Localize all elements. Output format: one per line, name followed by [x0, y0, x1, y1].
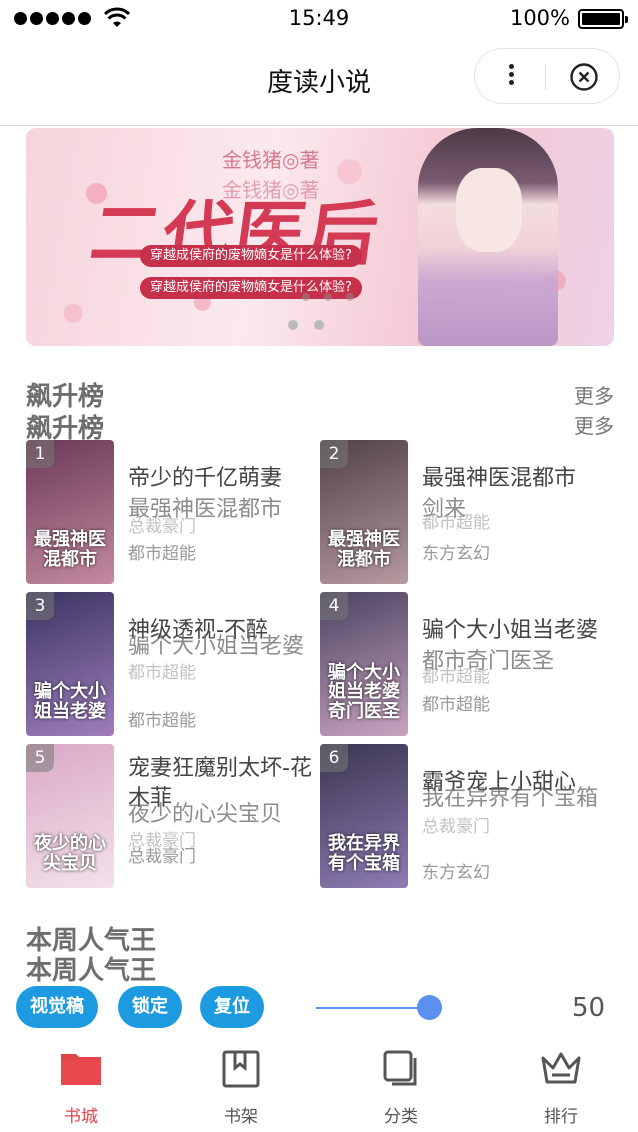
cover-title: 我在异界有个宝箱: [328, 833, 400, 875]
ranking-crown-icon: [541, 1052, 581, 1084]
book-title[interactable]: 骗个大小姐当老婆: [422, 616, 618, 646]
status-bar: 15:49 100%: [0, 0, 638, 40]
rank-badge: 3: [26, 592, 54, 620]
tab-label: 书城: [64, 1107, 98, 1127]
tab-bookstore[interactable]: 书城: [1, 1040, 161, 1132]
promo-banner[interactable]: 金钱猪◎著 金钱猪◎著 二代医后 穿越成侯府的废物嫡女是什么体验? 穿越成侯府的…: [26, 128, 614, 346]
banner-character-face: [456, 168, 522, 252]
rank-badge: 2: [320, 440, 348, 468]
banner-pagination[interactable]: [288, 320, 324, 330]
book-item[interactable]: 5 夜少的心尖宝贝 宠妻狂魔别太坏-花木菲 夜少的心尖宝贝 总裁豪门 总裁豪门: [26, 744, 318, 890]
book-genre-overlay: 总裁豪门: [422, 817, 490, 837]
reset-button[interactable]: 复位: [200, 986, 264, 1028]
book-cover[interactable]: 6 我在异界有个宝箱: [320, 744, 408, 888]
book-item[interactable]: 6 我在异界有个宝箱 霸爷宠上小甜心 我在异界有个宝箱 总裁豪门 东方玄幻: [320, 744, 612, 890]
rank-badge: 1: [26, 440, 54, 468]
banner-dots-overlay: [302, 293, 354, 301]
opacity-slider-thumb[interactable]: [417, 995, 442, 1020]
banner-author: 金钱猪◎著: [222, 148, 320, 172]
book-cover[interactable]: 4 骗个大小姐当老婆 奇门医圣: [320, 592, 408, 736]
more-menu-icon[interactable]: [497, 61, 525, 91]
book-cover[interactable]: 3 骗个大小姐当老婆: [26, 592, 114, 736]
book-item[interactable]: 1 最强神医混都市 帝少的千亿萌妻 最强神医混都市 总裁豪门 都市超能: [26, 440, 318, 586]
tab-category[interactable]: 分类: [321, 1040, 481, 1132]
cover-title: 最强神医混都市: [34, 529, 106, 571]
battery-percentage: 100%: [509, 6, 570, 30]
book-genre: 都市超能: [128, 711, 196, 731]
book-cover[interactable]: 5 夜少的心尖宝贝: [26, 744, 114, 888]
bookstore-icon: [61, 1054, 101, 1085]
tab-bookshelf[interactable]: 书架: [161, 1040, 321, 1132]
book-genre-overlay: 都市超能: [422, 513, 490, 533]
book-genre: 都市超能: [422, 695, 490, 715]
category-icon: [383, 1050, 417, 1086]
book-genre-overlay: 都市超能: [128, 663, 196, 683]
capsule-divider: [545, 64, 546, 90]
miniprogram-capsule: [474, 48, 620, 104]
rank-badge: 5: [26, 744, 54, 772]
more-link-overlay[interactable]: 更多: [574, 410, 614, 439]
design-overlay-button[interactable]: 视觉稿: [16, 986, 98, 1028]
book-genre: 都市超能: [128, 544, 196, 564]
book-item[interactable]: 4 骗个大小姐当老婆 奇门医圣 骗个大小姐当老婆 都市奇门医圣 都市超能 都市超…: [320, 592, 612, 738]
book-genre-overlay: 总裁豪门: [128, 517, 196, 537]
banner-tagline: 穿越成侯府的废物嫡女是什么体验?: [140, 245, 362, 267]
rank-badge: 4: [320, 592, 348, 620]
cover-title: 骗个大小姐当老婆: [34, 681, 106, 723]
cover-title: 最强神医混都市: [328, 529, 400, 571]
tab-label: 排行: [544, 1107, 578, 1127]
book-cover[interactable]: 1 最强神医混都市: [26, 440, 114, 584]
book-title[interactable]: 帝少的千亿萌妻: [128, 464, 324, 494]
tab-ranking[interactable]: 排行: [481, 1040, 638, 1132]
opacity-slider-value: 50: [572, 993, 606, 1023]
book-genre: 总裁豪门: [128, 847, 196, 867]
cover-title: 骗个大小姐当老婆 奇门医圣: [328, 661, 400, 723]
lock-button[interactable]: 锁定: [118, 986, 182, 1028]
bookshelf-icon: [222, 1050, 260, 1088]
battery-icon: [578, 9, 628, 29]
rank-badge: 6: [320, 744, 348, 772]
nav-divider: [0, 125, 638, 126]
close-icon[interactable]: [569, 62, 599, 92]
book-item[interactable]: 2 最强神医混都市 最强神医混都市 剑来 都市超能 东方玄幻: [320, 440, 612, 586]
tab-label: 分类: [384, 1107, 418, 1127]
tab-label: 书架: [224, 1107, 258, 1127]
cover-title: 夜少的心尖宝贝: [34, 833, 106, 875]
tab-bar: 书城 书架 分类 排行: [0, 1040, 638, 1132]
book-genre: 东方玄幻: [422, 863, 490, 883]
book-item[interactable]: 3 骗个大小姐当老婆 神级透视-不醉 骗个大小姐当老婆 都市超能 都市超能: [26, 592, 318, 738]
section-title-weekly-overlay: 本周人气王: [26, 956, 157, 986]
opacity-slider-track[interactable]: [316, 1007, 432, 1009]
book-title-overlay: 我在异界有个宝箱: [422, 786, 599, 811]
book-genre: 东方玄幻: [422, 544, 490, 564]
more-link[interactable]: 更多: [574, 380, 614, 409]
book-cover[interactable]: 2 最强神医混都市: [320, 440, 408, 584]
book-genre-overlay: 都市超能: [422, 667, 490, 687]
book-title[interactable]: 最强神医混都市: [422, 464, 618, 494]
